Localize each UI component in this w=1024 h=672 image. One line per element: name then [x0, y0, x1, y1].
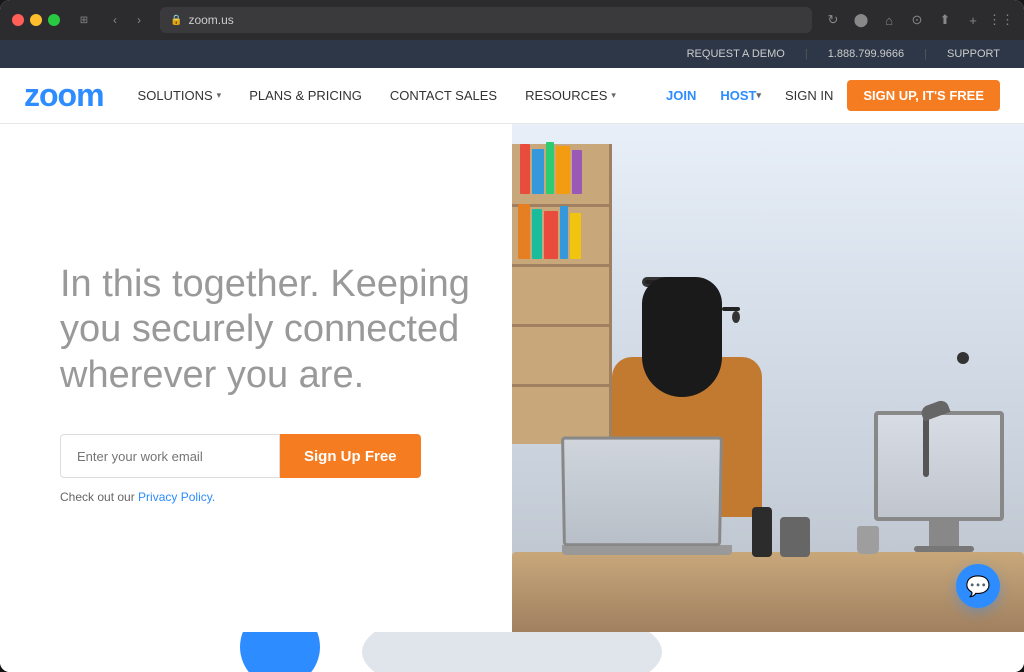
zoom-logo[interactable]: zoom	[24, 77, 104, 114]
downloads-icon[interactable]: ⊙	[906, 9, 928, 31]
home-icon[interactable]: ⌂	[878, 9, 900, 31]
hero-left: In this together. Keeping you securely c…	[0, 124, 512, 632]
back-button[interactable]: ‹	[104, 9, 126, 31]
support-link[interactable]: SUPPORT	[947, 48, 1000, 60]
lock-icon: 🔒	[170, 15, 182, 26]
hero-headline: In this together. Keeping you securely c…	[60, 262, 472, 399]
window-controls: ⊞	[74, 10, 94, 30]
signup-button[interactable]: SIGN UP, IT'S FREE	[847, 80, 1000, 111]
maximize-button[interactable]	[48, 14, 60, 26]
monitor-base	[914, 546, 974, 552]
mug	[857, 526, 879, 554]
refresh-icon[interactable]: ↻	[822, 9, 844, 31]
hero-image	[512, 124, 1024, 632]
browser-window: ⊞ ‹ › 🔒 zoom.us ↻ ⬤ ⌂ ⊙ ⬆ + ⋮⋮	[0, 0, 1024, 672]
share-icon[interactable]: ⬆	[934, 9, 956, 31]
utility-bar: REQUEST A DEMO | 1.888.799.9666 | SUPPOR…	[0, 40, 1024, 68]
page-content: REQUEST A DEMO | 1.888.799.9666 | SUPPOR…	[0, 40, 1024, 672]
main-nav: zoom SOLUTIONS ▾ PLANS & PRICING CONTACT…	[0, 68, 1024, 124]
resources-nav-link[interactable]: RESOURCES ▾	[511, 68, 630, 124]
url-text: zoom.us	[188, 13, 233, 27]
join-nav-link[interactable]: JOIN	[656, 68, 706, 124]
nav-arrows: ‹ ›	[104, 9, 150, 31]
close-button[interactable]	[12, 14, 24, 26]
shield-icon[interactable]: ⬤	[850, 9, 872, 31]
phone-device	[752, 507, 772, 557]
address-bar[interactable]: 🔒 zoom.us	[160, 7, 812, 33]
minimize-button[interactable]	[30, 14, 42, 26]
traffic-lights	[12, 14, 60, 26]
laptop-screen	[561, 437, 723, 547]
hero-form: Sign Up Free	[60, 434, 472, 478]
chevron-down-icon: ▾	[611, 90, 616, 101]
sign-in-link[interactable]: SIGN IN	[775, 68, 843, 124]
divider: |	[924, 48, 927, 60]
blue-circle-decoration	[240, 632, 320, 672]
host-nav-link[interactable]: HOST ▾	[710, 68, 771, 124]
email-input[interactable]	[60, 434, 280, 478]
page-bottom	[0, 632, 1024, 672]
webcam	[957, 352, 969, 364]
phone-link[interactable]: 1.888.799.9666	[828, 48, 904, 60]
signup-free-button[interactable]: Sign Up Free	[280, 434, 421, 478]
nav-links: SOLUTIONS ▾ PLANS & PRICING CONTACT SALE…	[124, 68, 656, 124]
privacy-policy-link[interactable]: Privacy Policy.	[138, 490, 215, 504]
monitor-stand	[929, 521, 959, 546]
add-tab-icon[interactable]: +	[962, 9, 984, 31]
person-hair	[642, 277, 722, 397]
browser-actions: ↻ ⬤ ⌂ ⊙ ⬆ + ⋮⋮	[822, 9, 1012, 31]
gray-oval-decoration	[362, 632, 662, 672]
solutions-nav-link[interactable]: SOLUTIONS ▾	[124, 68, 236, 124]
request-demo-link[interactable]: REQUEST A DEMO	[687, 48, 785, 60]
lamp-pole	[923, 417, 929, 477]
grid-view-icon[interactable]: ⋮⋮	[990, 9, 1012, 31]
forward-button[interactable]: ›	[128, 9, 150, 31]
browser-chrome: ⊞ ‹ › 🔒 zoom.us ↻ ⬤ ⌂ ⊙ ⬆ + ⋮⋮	[0, 0, 1024, 40]
contact-sales-nav-link[interactable]: CONTACT SALES	[376, 68, 511, 124]
chevron-down-icon: ▾	[756, 90, 761, 101]
hero-section: In this together. Keeping you securely c…	[0, 124, 1024, 632]
speaker	[780, 517, 810, 557]
grid-icon[interactable]: ⊞	[74, 10, 94, 30]
chevron-down-icon: ▾	[217, 90, 222, 101]
divider: |	[805, 48, 808, 60]
nav-right: JOIN HOST ▾ SIGN IN SIGN UP, IT'S FREE	[656, 68, 1000, 124]
desk	[512, 552, 1024, 632]
privacy-text: Check out our Privacy Policy.	[60, 490, 472, 504]
chat-icon: 💬	[966, 574, 991, 599]
monitor	[874, 411, 1014, 552]
browser-titlebar: ⊞ ‹ › 🔒 zoom.us ↻ ⬤ ⌂ ⊙ ⬆ + ⋮⋮	[0, 0, 1024, 40]
laptop	[562, 437, 742, 557]
hero-photo	[512, 124, 1024, 632]
monitor-screen	[874, 411, 1004, 521]
plans-pricing-nav-link[interactable]: PLANS & PRICING	[235, 68, 376, 124]
chat-button[interactable]: 💬	[956, 564, 1000, 608]
laptop-base	[562, 545, 732, 555]
